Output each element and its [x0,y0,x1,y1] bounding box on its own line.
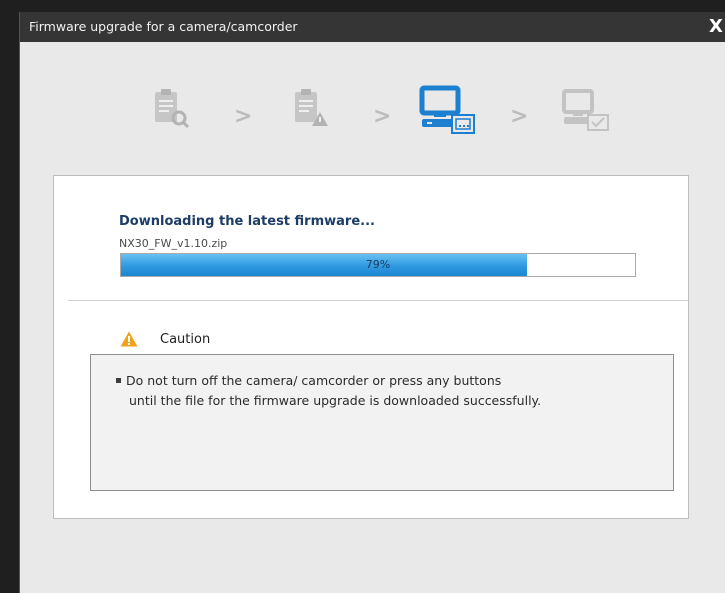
step-separator-chevron: > [510,104,529,129]
bullet-marker [116,378,121,383]
caution-message: Do not turn off the camera/ camcorder or… [126,371,666,411]
step-separator-chevron: > [234,104,253,129]
step-separator-chevron: > [373,104,392,129]
computer-camera-transfer-icon [419,85,475,134]
window-title: Firmware upgrade for a camera/camcorder [29,19,298,34]
firmware-filename: NX30_FW_v1.10.zip [119,237,228,250]
download-panel: Downloading the latest firmware... NX30_… [53,175,690,519]
caution-label: Caution [160,332,211,347]
close-button[interactable]: X [709,12,725,42]
document-search-icon [155,89,190,129]
download-progress-bar: 79% [120,253,636,277]
download-title: Downloading the latest firmware... [119,214,375,229]
warning-triangle-icon [120,331,138,347]
caution-message-line-1: Do not turn off the camera/ camcorder or… [126,373,502,388]
caution-message-line-2: until the file for the firmware upgrade … [129,393,542,408]
title-bar: Firmware upgrade for a camera/camcorder … [20,12,725,42]
document-warning-icon [295,89,328,126]
firmware-upgrade-window: Firmware upgrade for a camera/camcorder … [19,12,725,593]
computer-check-icon [562,89,609,131]
caution-message-box: Do not turn off the camera/ camcorder or… [90,354,674,491]
progress-percent: 79% [365,258,391,271]
divider [68,300,690,301]
